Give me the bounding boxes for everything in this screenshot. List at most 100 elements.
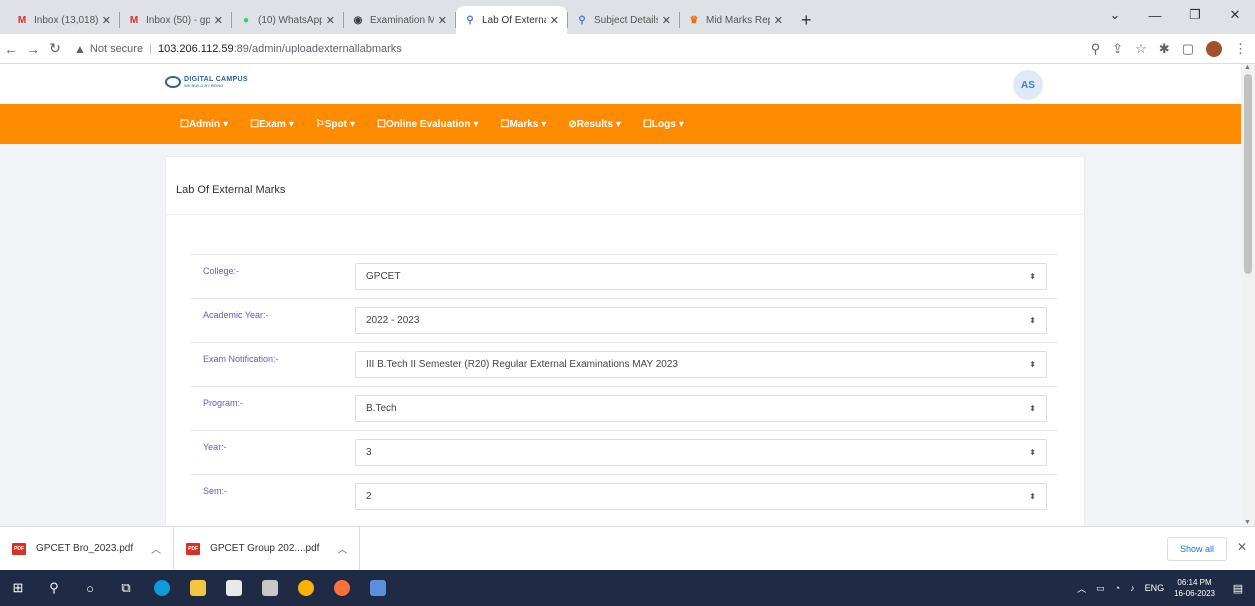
select-dropdown[interactable]: 2 ⬍ xyxy=(355,483,1047,510)
url-field[interactable]: ▲ Not secure | 103.206.112.59 :89/admin/… xyxy=(74,42,402,56)
select-dropdown[interactable]: B.Tech ⬍ xyxy=(355,395,1047,422)
browser-tab[interactable]: ♛ Mid Marks Repor ✕ xyxy=(680,6,791,34)
nav-item[interactable]: ☐Marks ▾ xyxy=(500,119,546,130)
clock[interactable]: 06:14 PM 16-06-2023 xyxy=(1174,577,1215,599)
chrome-icon[interactable] xyxy=(288,570,324,606)
app-icon[interactable] xyxy=(360,570,396,606)
select-arrows-icon: ⬍ xyxy=(1029,272,1036,281)
notifications-icon[interactable]: ▤ xyxy=(1227,577,1249,599)
select-arrows-icon: ⬍ xyxy=(1029,316,1036,325)
chevron-up-icon[interactable]: ︿ xyxy=(151,541,161,556)
bookmark-star-icon[interactable]: ☆ xyxy=(1135,41,1147,57)
browser-tab[interactable]: ◉ Examination Man ✕ xyxy=(344,6,455,34)
reload-icon[interactable]: ↻ xyxy=(44,40,66,57)
nav-item[interactable]: ☐Logs ▾ xyxy=(643,119,684,130)
page-title: Lab Of External Marks xyxy=(166,157,1084,215)
select-dropdown[interactable]: GPCET ⬍ xyxy=(355,263,1047,290)
report-icon: ♛ xyxy=(689,14,699,26)
user-avatar[interactable]: AS xyxy=(1013,70,1043,100)
nav-item[interactable]: ☐Admin ▾ xyxy=(180,119,228,130)
tab-close-icon[interactable]: ✕ xyxy=(102,14,111,27)
browser-tab-strip: M Inbox (13,018) - ✕ M Inbox (50) - gpce ✕ ● (… xyxy=(0,0,1255,34)
select-value: B.Tech xyxy=(366,403,397,414)
select-dropdown[interactable]: 3 ⬍ xyxy=(355,439,1047,466)
forward-icon[interactable]: → xyxy=(22,41,44,57)
url-host: 103.206.112.59 xyxy=(157,42,234,55)
browser-tab[interactable]: ● (10) WhatsApp ✕ xyxy=(232,6,343,34)
nav-item[interactable]: ☐Exam ▾ xyxy=(250,119,294,130)
file-explorer-icon[interactable] xyxy=(180,570,216,606)
scroll-up-icon[interactable]: ▲ xyxy=(1244,64,1251,71)
download-item[interactable]: PDF GPCET Bro_2023.pdf ︿ xyxy=(0,526,175,571)
scroll-down-icon[interactable]: ▼ xyxy=(1244,519,1251,526)
close-window-icon[interactable]: ✕ xyxy=(1215,7,1255,23)
caret-down-icon: ▾ xyxy=(288,118,294,130)
select-dropdown[interactable]: III B.Tech II Semester (R20) Regular Ext… xyxy=(355,351,1047,378)
firefox-icon[interactable] xyxy=(324,570,360,606)
caret-down-icon: ▾ xyxy=(473,118,479,130)
download-item[interactable]: PDF GPCET Group 202....pdf ︿ xyxy=(174,526,361,571)
select-arrows-icon: ⬍ xyxy=(1029,492,1036,501)
minimize-icon[interactable]: — xyxy=(1135,8,1175,23)
tab-close-icon[interactable]: ✕ xyxy=(438,14,447,27)
clock-date: 16-06-2023 xyxy=(1174,589,1215,598)
tab-search-icon[interactable]: ⌄ xyxy=(1095,7,1135,23)
share-icon[interactable]: ⇪ xyxy=(1112,41,1123,57)
nav-item[interactable]: ☐Online Evaluation ▾ xyxy=(377,119,478,130)
show-all-button[interactable]: Show all xyxy=(1167,537,1227,561)
globe-icon: ◉ xyxy=(353,14,363,26)
windows-start-icon[interactable]: ⊞ xyxy=(0,570,36,606)
back-icon[interactable]: ← xyxy=(0,41,22,57)
browser-tab[interactable]: M Inbox (13,018) - ✕ xyxy=(8,6,119,34)
nav-item[interactable]: ⚐Spot ▾ xyxy=(316,119,355,130)
tab-close-icon[interactable]: ✕ xyxy=(214,14,223,27)
digital-campus-logo[interactable]: DIGITAL CAMPUS WE BUILD BY BEING xyxy=(165,76,248,88)
tab-close-icon[interactable]: ✕ xyxy=(326,14,335,27)
tab-title: Subject Details R xyxy=(594,14,658,26)
site-icon: ⚲ xyxy=(578,14,586,26)
sidepanel-icon[interactable]: ▢ xyxy=(1182,41,1194,57)
pdf-file-icon: PDF xyxy=(186,542,201,555)
clock-time: 06:14 PM xyxy=(1177,578,1212,587)
task-view-icon[interactable]: ⧉ xyxy=(108,570,144,606)
nav-item-label: ☐Exam xyxy=(250,118,286,130)
scrollbar-thumb[interactable] xyxy=(1244,74,1252,274)
caret-down-icon: ▾ xyxy=(615,118,621,130)
tab-close-icon[interactable]: ✕ xyxy=(662,14,671,27)
search-icon[interactable]: ⚲ xyxy=(36,570,72,606)
volume-icon[interactable]: ♪ xyxy=(1130,583,1135,593)
close-downloads-icon[interactable]: ✕ xyxy=(1237,540,1247,554)
store-icon[interactable] xyxy=(216,570,252,606)
edge-icon[interactable] xyxy=(144,570,180,606)
browser-tab[interactable]: ⚲ Lab Of External M ✕ xyxy=(456,6,567,34)
nav-item[interactable]: ⊘Results ▾ xyxy=(568,119,621,130)
chevron-up-icon[interactable]: ︿ xyxy=(337,541,347,556)
browser-tab[interactable]: ⚲ Subject Details R ✕ xyxy=(568,6,679,34)
form-row: Academic Year:- 2022 - 2023 ⬍ xyxy=(191,298,1057,342)
new-tab-icon[interactable]: + xyxy=(801,6,812,34)
cortana-icon[interactable]: ○ xyxy=(72,570,108,606)
network-icon[interactable]: ▭ xyxy=(1096,583,1105,594)
nav-item-label: ☐Logs xyxy=(642,118,676,130)
windows-taskbar: ⊞ ⚲ ○ ⧉ ︿ ▭ ◔ ♪ ENG 06:14 PM 16-06-2023 … xyxy=(0,570,1255,606)
form-row: Sem:- 2 ⬍ xyxy=(191,474,1057,518)
tab-close-icon[interactable]: ✕ xyxy=(774,14,783,27)
wifi-icon[interactable]: ◔ xyxy=(1115,583,1120,593)
logo-text: DIGITAL CAMPUS xyxy=(184,76,248,83)
browser-tab[interactable]: M Inbox (50) - gpce ✕ xyxy=(120,6,231,34)
mail-icon[interactable] xyxy=(252,570,288,606)
zoom-icon[interactable]: ⚲ xyxy=(1091,41,1101,57)
tray-chevron-icon[interactable]: ︿ xyxy=(1077,582,1086,595)
tab-close-icon[interactable]: ✕ xyxy=(550,14,559,27)
page-scrollbar[interactable]: ▲ ▼ xyxy=(1241,64,1255,526)
form-row: Exam Notification:- III B.Tech II Semeste… xyxy=(191,342,1057,386)
select-dropdown[interactable]: 2022 - 2023 ⬍ xyxy=(355,307,1047,334)
restore-icon[interactable]: ❐ xyxy=(1175,7,1215,23)
menu-kebab-icon[interactable]: ⋮ xyxy=(1234,41,1247,57)
extensions-icon[interactable]: ✱ xyxy=(1159,41,1170,57)
profile-avatar[interactable] xyxy=(1206,41,1222,57)
url-path: :89/admin/uploadexternallabmarks xyxy=(233,42,402,55)
select-arrows-icon: ⬍ xyxy=(1029,360,1036,369)
caret-down-icon: ▾ xyxy=(678,118,684,130)
language-indicator[interactable]: ENG xyxy=(1145,583,1165,593)
